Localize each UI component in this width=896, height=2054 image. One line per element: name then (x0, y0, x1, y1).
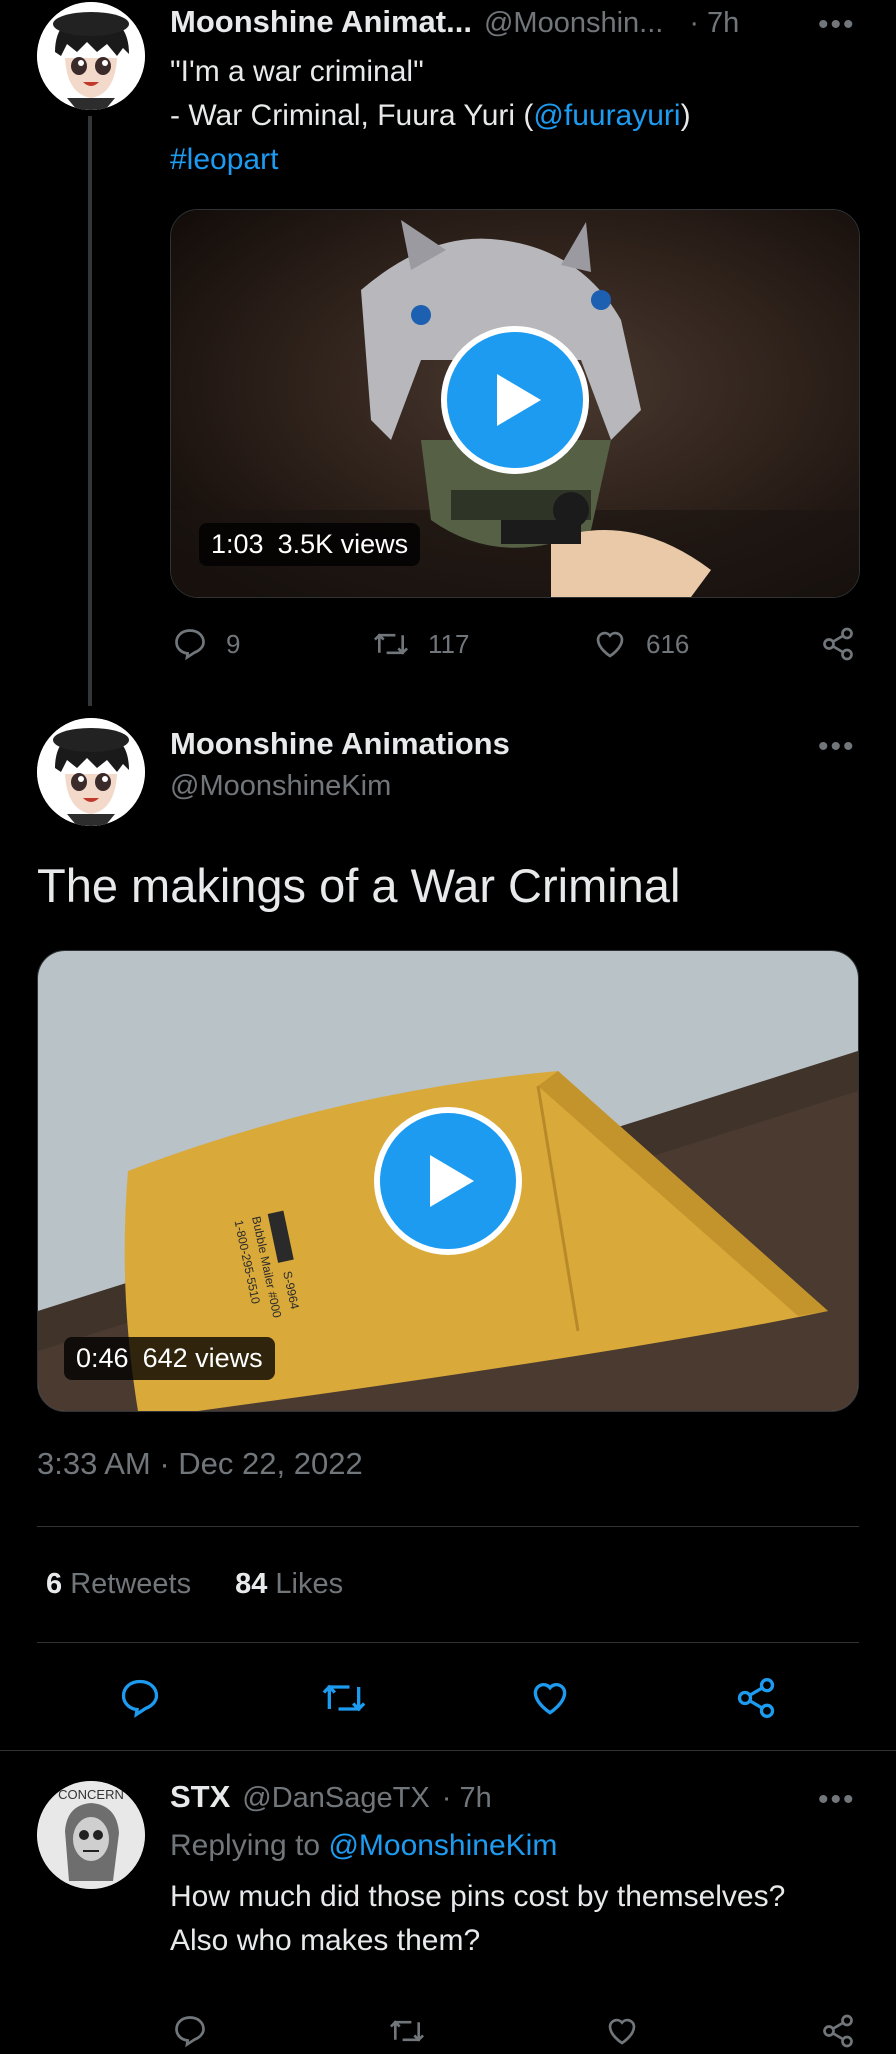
reply-button[interactable] (118, 1676, 162, 1725)
play-button[interactable] (441, 326, 589, 474)
tweet-line-quote: "I'm a war criminal" (170, 55, 424, 88)
tweet-line-attribution: - War Criminal, Fuura Yuri (@fuurayuri) (170, 99, 691, 132)
avatar[interactable] (37, 718, 145, 826)
tweet-header: Moonshine Animat... @Moonshin... · 7h (170, 4, 739, 40)
tweet-text: How much did those pins cost by themselv… (170, 1880, 786, 1957)
play-button[interactable] (374, 1107, 522, 1255)
display-name[interactable]: Moonshine Animations (170, 726, 510, 762)
video-badge: 0:46 642 views (64, 1337, 275, 1380)
reply-icon (175, 629, 205, 661)
divider (37, 1642, 859, 1643)
tweet-stats: 6 Retweets 84 Likes (46, 1568, 343, 1601)
video-duration: 1:03 (211, 529, 264, 559)
tweet-header: STX @DanSageTX · 7h (170, 1779, 492, 1815)
retweets-stat[interactable]: 6 Retweets (46, 1568, 191, 1601)
play-icon (497, 374, 541, 426)
tweet-text: The makings of a War Criminal (37, 859, 681, 912)
hashtag-link[interactable]: #leopart (170, 138, 691, 182)
like-button[interactable]: 616 (592, 626, 689, 662)
video-views: 642 views (142, 1343, 263, 1373)
display-name[interactable]: STX (170, 1779, 230, 1815)
play-icon (430, 1155, 474, 1207)
more-icon[interactable]: ••• (818, 730, 856, 764)
share-icon (823, 2014, 853, 2048)
display-name[interactable]: Moonshine Animat... (170, 4, 472, 40)
share-button[interactable] (734, 1676, 778, 1725)
reply-icon (175, 2016, 205, 2048)
avatar[interactable] (37, 2, 145, 110)
main-tweet: Moonshine Animations @MoonshineKim ••• T… (0, 706, 896, 1751)
tweet-timestamp[interactable]: 3:33 AM · Dec 22, 2022 (37, 1446, 363, 1482)
more-icon[interactable]: ••• (818, 8, 856, 42)
like-count: 616 (646, 628, 690, 659)
more-icon[interactable]: ••• (818, 1783, 856, 1817)
retweet-count: 117 (428, 628, 470, 659)
share-icon (823, 627, 853, 661)
timestamp[interactable]: · 7h (442, 1782, 492, 1815)
video-views: 3.5K views (277, 529, 409, 559)
retweet-icon (322, 1684, 366, 1712)
like-icon (608, 2018, 636, 2045)
video-duration: 0:46 (76, 1343, 129, 1373)
avatar-text: CONCERN (58, 1787, 124, 1802)
timestamp[interactable]: · 7h (689, 7, 739, 40)
retweet-icon (389, 2020, 425, 2042)
retweet-button[interactable] (320, 1676, 368, 1725)
mention-link[interactable]: @MoonshineKim (328, 1829, 557, 1862)
video-player[interactable]: 1:03 3.5K views (170, 209, 860, 598)
video-player[interactable]: S-9964 Bubble Mailer #000 1-800-295-5510… (37, 950, 859, 1412)
like-button[interactable] (528, 1676, 572, 1725)
share-button[interactable] (820, 626, 856, 662)
retweet-icon (373, 633, 409, 655)
handle[interactable]: @DanSageTX (242, 1782, 429, 1815)
reply-button[interactable]: 9 (172, 626, 240, 662)
retweet-button[interactable]: 117 (372, 626, 469, 662)
divider (37, 1526, 859, 1527)
handle[interactable]: @MoonshineKim (170, 770, 391, 803)
like-icon (596, 631, 624, 658)
handle[interactable]: @Moonshin... (484, 7, 663, 40)
likes-stat[interactable]: 84 Likes (235, 1568, 343, 1601)
mention-link[interactable]: @fuurayuri (533, 99, 680, 132)
video-badge: 1:03 3.5K views (199, 523, 421, 566)
tweet-text: "I'm a war criminal" - War Criminal, Fuu… (170, 50, 691, 182)
like-icon (533, 1683, 567, 1715)
avatar[interactable]: CONCERN (37, 1781, 145, 1889)
reply-tweet[interactable]: CONCERN STX @DanSageTX · 7h ••• Replying… (0, 1751, 896, 2048)
reply-icon (121, 1679, 159, 1718)
thread-tweet[interactable]: Moonshine Animat... @Moonshin... · 7h ••… (0, 0, 896, 706)
reply-count: 9 (226, 628, 241, 659)
replying-to: Replying to @MoonshineKim (170, 1829, 558, 1862)
thread-line (88, 116, 92, 706)
share-icon (737, 1678, 775, 1718)
